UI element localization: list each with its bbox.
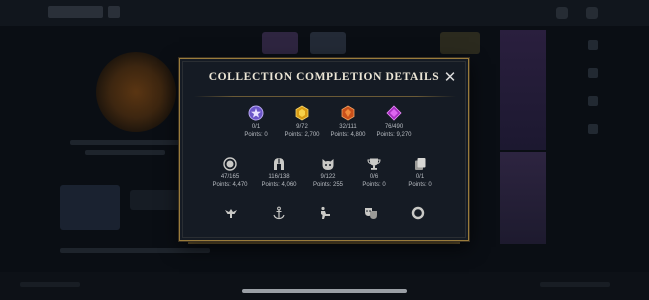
collection-item-anchor[interactable] xyxy=(272,206,286,225)
bg-text xyxy=(20,282,80,287)
ring-icon xyxy=(411,206,425,220)
helmet-icon xyxy=(274,158,284,170)
currency-icon xyxy=(556,7,568,19)
profile-orb xyxy=(96,52,176,132)
bg-side-card xyxy=(500,30,546,150)
home-indicator[interactable] xyxy=(242,289,407,293)
bg-text xyxy=(70,140,180,145)
modal-bottom-edge xyxy=(188,242,460,244)
side-icon xyxy=(588,96,598,106)
bg-card xyxy=(262,32,298,54)
bg-card xyxy=(60,185,120,230)
orange-gem-icon xyxy=(341,105,355,121)
magenta-gem-icon xyxy=(386,105,402,121)
winged-emblem-icon xyxy=(225,209,237,218)
collection-item-figure[interactable] xyxy=(318,206,332,225)
side-icon xyxy=(588,124,598,134)
item-points: Points: 0 xyxy=(408,182,432,188)
game-logo xyxy=(48,6,103,18)
bg-card xyxy=(440,32,480,54)
purple-star-gem-icon xyxy=(248,105,264,121)
masks-icon xyxy=(365,208,377,219)
title-divider xyxy=(194,96,456,97)
modal-title: COLLECTION COMPLETION DETAILS xyxy=(208,71,440,83)
close-icon[interactable]: ✕ xyxy=(444,69,457,86)
bg-text xyxy=(540,282,610,287)
collection-details-modal: COLLECTION COMPLETION DETAILS ✕ 0/1 Poin… xyxy=(179,58,469,241)
cards-icon xyxy=(415,158,426,170)
cat-face-icon xyxy=(322,159,334,170)
bg-card xyxy=(310,32,346,54)
ring-medal-icon xyxy=(223,157,237,171)
side-icon xyxy=(588,40,598,50)
collection-item-winged-emblem[interactable] xyxy=(224,206,238,225)
bg-side-card xyxy=(500,152,546,244)
bg-text xyxy=(60,248,210,253)
trophy-icon xyxy=(367,158,381,170)
menu-icon xyxy=(586,7,598,19)
figure-icon xyxy=(321,206,330,219)
collection-item-ring[interactable] xyxy=(411,206,425,225)
collection-item-masks[interactable] xyxy=(364,206,378,225)
logo-icon xyxy=(108,6,120,18)
collection-item-magenta-gem[interactable]: 76/490 Points: 9,270 xyxy=(364,105,424,139)
item-progress: 76/490 xyxy=(384,124,404,130)
collection-item-cards[interactable]: 0/1 Points: 0 xyxy=(390,157,450,189)
side-icon xyxy=(588,68,598,78)
item-points: Points: 9,270 xyxy=(376,132,412,138)
item-progress: 0/1 xyxy=(415,174,425,180)
close-button[interactable]: ✕ xyxy=(442,70,458,86)
gold-gem-icon xyxy=(295,105,309,121)
anchor-icon xyxy=(273,206,285,220)
bg-text xyxy=(85,150,165,155)
